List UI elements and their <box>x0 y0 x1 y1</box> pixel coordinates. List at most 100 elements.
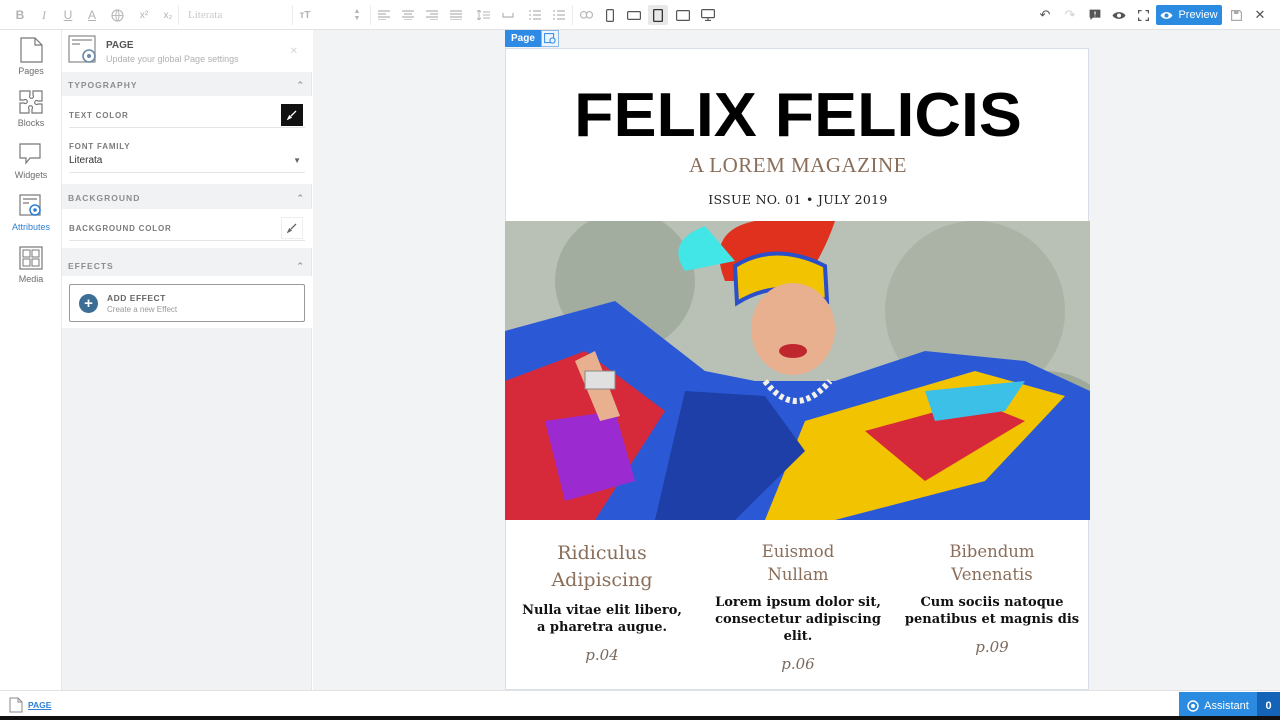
caret-down-icon[interactable]: ▼ <box>293 156 301 165</box>
effects-section-header[interactable]: EFFECTS ⌃ <box>62 257 312 275</box>
cover-photo[interactable] <box>505 221 1090 520</box>
effects-section: + ADD EFFECT Create a new Effect <box>62 276 312 328</box>
save-icon[interactable] <box>1229 6 1243 24</box>
attributes-icon <box>17 192 45 220</box>
page-icon <box>9 697 23 713</box>
article-title-line: Nullam <box>767 565 829 584</box>
article-column-3[interactable]: Bibendum Venenatis Cum sociis natoque pe… <box>902 540 1082 656</box>
subscript-icon[interactable]: x₂ <box>161 6 175 24</box>
background-section-header[interactable]: BACKGROUND ⌃ <box>62 189 312 207</box>
unordered-list-icon[interactable] <box>552 6 566 24</box>
article-title-line: Adipiscing <box>551 569 653 591</box>
line-height-icon[interactable] <box>476 6 490 24</box>
rail-item-media[interactable]: Media <box>0 244 62 292</box>
typography-section-header[interactable]: TYPOGRAPHY ⌃ <box>62 76 312 94</box>
media-icon <box>17 244 45 272</box>
add-effect-title: ADD EFFECT <box>107 293 166 303</box>
article-teaser-line: a pharetra augue. <box>536 620 668 635</box>
rail-item-attributes[interactable]: Attributes <box>0 192 62 240</box>
editor-canvas: Page FELIX FELICIS A LOREM MAGAZINE ISSU… <box>313 30 1280 690</box>
breadcrumb-page[interactable]: PAGE <box>28 700 51 710</box>
article-teaser-line: consectetur adipiscing <box>715 612 881 627</box>
mobile-landscape-icon[interactable] <box>626 6 642 24</box>
article-page-number: p.06 <box>781 655 815 673</box>
align-right-icon[interactable] <box>425 6 439 24</box>
section-title: EFFECTS <box>68 261 114 271</box>
align-center-icon[interactable] <box>401 6 415 24</box>
eye-icon <box>1160 11 1173 19</box>
close-icon[interactable]: ✕ <box>1253 6 1267 24</box>
article-title: Ridiculus Adipiscing <box>514 540 690 594</box>
chevron-up-icon: ⌃ <box>296 193 305 203</box>
chevron-up-icon: ⌃ <box>296 261 305 271</box>
background-color-label: BACKGROUND COLOR <box>69 224 172 233</box>
superscript-icon[interactable]: x² <box>137 6 151 24</box>
letter-spacing-icon[interactable] <box>501 6 515 24</box>
rail-label: Pages <box>18 66 44 76</box>
magazine-issue[interactable]: ISSUE NO. 01 • JULY 2019 <box>506 192 1090 207</box>
undo-icon[interactable]: ↶ <box>1038 6 1052 24</box>
background-color-swatch[interactable] <box>281 217 303 239</box>
article-teaser-line: Nulla vitae elit libero, <box>522 603 682 618</box>
bold-icon[interactable]: B <box>13 6 27 24</box>
assistant-button[interactable]: Assistant <box>1179 692 1257 719</box>
text-color-icon[interactable]: A <box>85 6 99 24</box>
font-size-icon[interactable]: ᴛT <box>298 6 312 24</box>
rail-item-widgets[interactable]: Widgets <box>0 140 62 188</box>
ordered-list-icon[interactable] <box>528 6 542 24</box>
comment-icon[interactable] <box>1088 6 1102 24</box>
eye-icon[interactable] <box>1111 6 1127 24</box>
font-family-select[interactable]: Literata <box>182 5 292 25</box>
align-justify-icon[interactable] <box>449 6 463 24</box>
magazine-page[interactable]: FELIX FELICIS A LOREM MAGAZINE ISSUE NO.… <box>505 48 1090 690</box>
tablet-portrait-icon[interactable] <box>648 5 668 25</box>
article-title-line: Euismod <box>761 542 835 561</box>
article-column-2[interactable]: Euismod Nullam Lorem ipsum dolor sit, co… <box>708 540 888 673</box>
page-tag[interactable]: Page <box>505 30 559 47</box>
bottom-edge <box>0 716 1280 720</box>
article-teaser-line: Lorem ipsum dolor sit, <box>715 595 881 610</box>
page-settings-icon[interactable] <box>540 30 559 47</box>
section-title: TYPOGRAPHY <box>68 80 138 90</box>
italic-icon[interactable]: I <box>37 6 51 24</box>
font-family-value[interactable]: Literata <box>69 155 102 166</box>
assistant-icon <box>1187 699 1199 712</box>
background-section: BACKGROUND COLOR <box>62 209 312 248</box>
rail-item-pages[interactable]: Pages <box>0 36 62 84</box>
fullscreen-icon[interactable] <box>1136 6 1150 24</box>
magazine-title[interactable]: FELIX FELICIS <box>494 79 1101 153</box>
underline-icon[interactable]: U <box>61 6 75 24</box>
desktop-icon[interactable] <box>700 6 716 24</box>
rail-item-blocks[interactable]: Blocks <box>0 88 62 136</box>
brush-icon <box>287 223 297 233</box>
article-teaser-line: penatibus et magnis dis <box>904 612 1080 627</box>
magazine-subtitle[interactable]: A LOREM MAGAZINE <box>506 153 1090 178</box>
article-title-line: Venenatis <box>951 565 1033 584</box>
plus-icon: + <box>79 294 98 313</box>
brush-icon <box>287 110 297 120</box>
panel-title: PAGE <box>106 40 134 51</box>
mobile-portrait-icon[interactable] <box>603 6 617 24</box>
rail-label: Media <box>18 274 44 284</box>
tablet-landscape-icon[interactable] <box>675 6 691 24</box>
panel-header: PAGE Update your global Page settings ✕ <box>62 30 312 72</box>
link-icon[interactable] <box>579 6 593 24</box>
pages-icon <box>17 36 45 64</box>
link-globe-icon[interactable] <box>110 6 124 24</box>
article-column-1[interactable]: Ridiculus Adipiscing Nulla vitae elit li… <box>514 540 690 664</box>
chevron-up-icon: ⌃ <box>296 80 305 90</box>
assistant-count-badge[interactable]: 0 <box>1257 692 1280 719</box>
add-effect-button[interactable]: + ADD EFFECT Create a new Effect <box>69 284 305 322</box>
font-family-label: FONT FAMILY <box>69 142 131 151</box>
redo-icon[interactable]: ↷ <box>1063 6 1077 24</box>
assistant-label: Assistant <box>1204 699 1249 712</box>
editor-toolbar: B I U A x² x₂ Literata ᴛT ▲ ▼ ↶ ↷ Preview… <box>0 0 1280 30</box>
article-teaser-line: Cum sociis natoque <box>920 595 1064 610</box>
preview-button[interactable]: Preview <box>1156 5 1222 25</box>
blocks-icon <box>17 88 45 116</box>
panel-close-icon[interactable]: ✕ <box>290 46 298 57</box>
text-color-swatch[interactable] <box>281 104 303 126</box>
widgets-icon <box>17 140 45 168</box>
font-size-stepper[interactable]: ▲ ▼ <box>352 6 362 24</box>
align-left-icon[interactable] <box>377 6 391 24</box>
